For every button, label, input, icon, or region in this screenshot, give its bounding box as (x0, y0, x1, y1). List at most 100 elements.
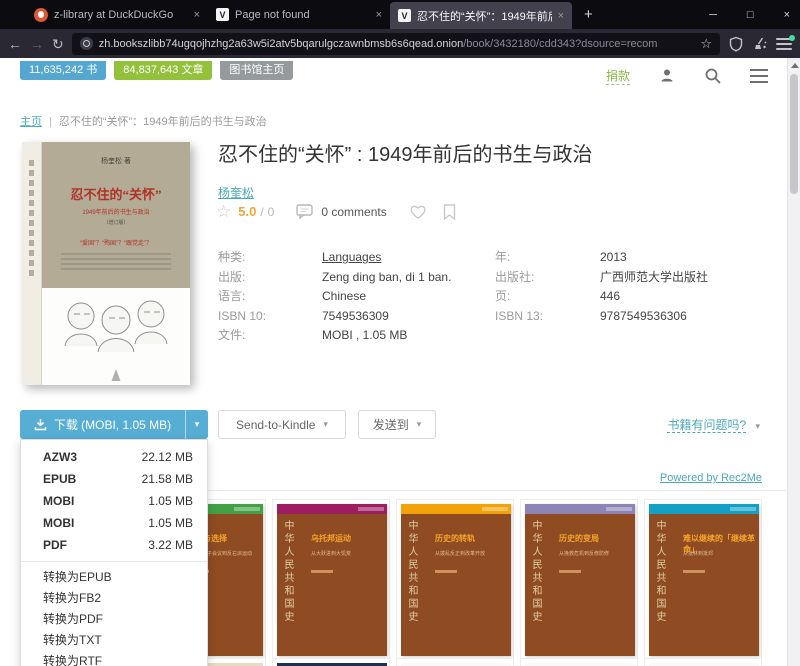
tab-close-icon[interactable]: × (558, 10, 564, 22)
breadcrumb-home-link[interactable]: 主页 (20, 116, 42, 128)
url-path: /book/3432180/cdd343?dsource=recom (463, 38, 657, 50)
close-button[interactable]: × (784, 9, 790, 21)
book-issue-link[interactable]: 书籍有问题吗? (667, 418, 746, 433)
meta-value: MOBI , 1.05 MB (322, 326, 407, 346)
comment-icon[interactable] (296, 204, 313, 219)
format-name: MOBI (43, 515, 74, 531)
meta-row-publish: 出版:Zeng ding ban, di 1 ban. (218, 268, 478, 288)
minimize-button[interactable]: ─ (709, 9, 717, 21)
menu-item-pdf[interactable]: PDF3.22 MB (21, 534, 207, 556)
favorite-heart-icon[interactable] (409, 204, 427, 220)
related-book-card[interactable] (272, 658, 390, 666)
menu-item-convert-txt[interactable]: 转换为TXT (21, 630, 207, 651)
related-book-cover[interactable]: 中华人民共和国史 难以继续的「继续革命」 从批林到批邓 (649, 504, 759, 656)
menu-item-convert-epub[interactable]: 转换为EPUB (21, 567, 207, 588)
related-book-subtitle: 从大跃进到大饥荒 (311, 551, 381, 558)
scroll-up-arrow[interactable] (791, 63, 799, 68)
comments-count[interactable]: 0 comments (321, 205, 386, 219)
menu-item-azw3[interactable]: AZW322.12 MB (21, 446, 207, 468)
books-count-badge[interactable]: 11,635,242 书 (20, 61, 106, 80)
duckduckgo-favicon (34, 8, 48, 22)
tab-page-not-found[interactable]: V Page not found × (208, 0, 390, 29)
powered-by: Powered by Rec2Me (660, 472, 762, 484)
tab-book-page-active[interactable]: V 忍不住的“关怀”：1949年前后的 × (390, 2, 572, 29)
donate-link[interactable]: 捐款 (606, 67, 630, 85)
user-icon[interactable] (658, 67, 676, 85)
broom-icon[interactable] (752, 36, 768, 52)
menu-item-mobi-2[interactable]: MOBI1.05 MB (21, 512, 207, 534)
zlibrary-favicon: V (216, 8, 229, 21)
related-book-card[interactable] (396, 658, 514, 666)
reload-button[interactable]: ↻ (52, 37, 64, 51)
chevron-down-icon: ▾ (755, 421, 760, 431)
related-book-card[interactable]: 中华人民共和国史 历史的转轨 从拨乱反正到改革开放 (396, 499, 514, 663)
related-book-card[interactable] (644, 658, 762, 666)
tab-duckduckgo[interactable]: z-library at DuckDuckGo × (26, 0, 208, 29)
send-to-button[interactable]: 发送到 ▾ (358, 410, 436, 439)
related-book-title: 历史的转轨 (435, 534, 507, 545)
related-book-card[interactable] (520, 658, 638, 666)
meta-label: 页: (495, 287, 600, 307)
related-book-card[interactable]: 中华人民共和国史 历史的变局 从挽救危机到反修防修 (520, 499, 638, 663)
meta-label: ISBN 13: (495, 307, 600, 327)
related-book-card[interactable]: 中华人民共和国史 难以继续的「继续革命」 从批林到批邓 (644, 499, 762, 663)
rec2me-link[interactable]: Powered by Rec2Me (660, 472, 762, 484)
publisher-logo (112, 369, 121, 381)
series-vertical-text: 中华人民共和国史 (652, 520, 667, 624)
url-text[interactable]: zh.bookszlibb74ugqojhzhg2a63w5i2atv5bqar… (99, 38, 695, 50)
meta-row-isbn10: ISBN 10:7549536309 (218, 307, 478, 327)
rating-star-icon[interactable]: ☆ (216, 203, 231, 220)
tab-title: 忍不住的“关怀”：1949年前后的 (417, 8, 552, 24)
bookmark-icon[interactable] (443, 204, 456, 220)
scrollbar-thumb[interactable] (790, 74, 798, 194)
download-label: 下载 (MOBI, 1.05 MB) (54, 416, 171, 433)
related-book-cover[interactable]: 中华人民共和国史 乌托邦运动 从大跃进到大饥荒 (277, 504, 387, 656)
format-size: 3.22 MB (148, 537, 193, 553)
tab-close-icon[interactable]: × (194, 9, 200, 21)
tab-close-icon[interactable]: × (376, 9, 382, 21)
rating-row: ☆ 5.0 / 0 0 comments (216, 203, 456, 220)
related-book-subtitle: 从挽救危机到反修防修 (559, 551, 629, 558)
author-link[interactable]: 杨奎松 (218, 184, 254, 201)
languages-link[interactable]: Languages (322, 248, 381, 268)
browser-toolbar: ← → ↻ zh.bookszlibb74ugqojhzhg2a63w5i2at… (0, 29, 800, 58)
related-book-author-mark (311, 570, 333, 573)
send-to-kindle-label: Send-to-Kindle (236, 418, 315, 432)
shield-icon[interactable] (728, 36, 744, 52)
forward-button[interactable]: → (30, 37, 44, 51)
menu-divider (21, 561, 207, 562)
url-host: zh.bookszlibb74ugqojhzhg2a63w5i2atv5bqar… (99, 38, 464, 50)
menu-item-epub[interactable]: EPUB21.58 MB (21, 468, 207, 490)
meta-value: Chinese (322, 287, 366, 307)
page-scrollbar[interactable] (787, 58, 800, 666)
maximize-button[interactable]: □ (747, 9, 754, 21)
menu-item-convert-fb2[interactable]: 转换为FB2 (21, 588, 207, 609)
menu-item-mobi-1[interactable]: MOBI1.05 MB (21, 490, 207, 512)
meta-value: 广西师范大学出版社 (600, 268, 708, 288)
download-button[interactable]: 下载 (MOBI, 1.05 MB) (20, 410, 185, 439)
back-button[interactable]: ← (8, 37, 22, 51)
articles-count-badge[interactable]: 84,837,643 文章 (114, 61, 212, 80)
cover-title: 忍不住的“关怀” (42, 184, 190, 203)
download-caret-button[interactable]: ▾ (185, 410, 208, 439)
book-cover[interactable]: 杨奎松 著 忍不住的“关怀” 1949年前后的书生与政治 〔增订版〕 “爱国”？… (22, 142, 190, 385)
related-book-cover[interactable]: 中华人民共和国史 历史的变局 从挽救危机到反修防修 (525, 504, 635, 656)
page-title: 忍不住的“关怀” : 1949年前后的书生与政治 (218, 142, 784, 168)
library-home-badge[interactable]: 图书馆主页 (220, 61, 293, 80)
url-bar[interactable]: zh.bookszlibb74ugqojhzhg2a63w5i2atv5bqar… (72, 33, 720, 55)
format-name: MOBI (43, 493, 74, 509)
related-book-subtitle: 从批林到批邓 (683, 551, 753, 558)
send-to-kindle-button[interactable]: Send-to-Kindle ▾ (218, 410, 346, 439)
new-tab-button[interactable]: + (584, 6, 593, 23)
related-books-section: 中华人民共和国史 思考与选择 从知识分子会议到反右派运动 中华人民共和国史 乌托… (148, 490, 786, 663)
menu-item-convert-rtf[interactable]: 转换为RTF (21, 651, 207, 666)
related-book-card[interactable]: 中华人民共和国史 乌托邦运动 从大跃进到大饥荒 (272, 499, 390, 663)
meta-row-year: 年:2013 (495, 248, 765, 268)
chevron-down-icon: ▾ (323, 419, 328, 430)
related-book-cover[interactable]: 中华人民共和国史 历史的转轨 从拨乱反正到改革开放 (401, 504, 511, 656)
browser-menu-icon[interactable] (776, 38, 792, 50)
menu-item-convert-pdf[interactable]: 转换为PDF (21, 609, 207, 630)
bookmark-star-icon[interactable]: ☆ (700, 36, 712, 52)
search-icon[interactable] (704, 67, 722, 85)
site-menu-icon[interactable] (750, 69, 768, 83)
